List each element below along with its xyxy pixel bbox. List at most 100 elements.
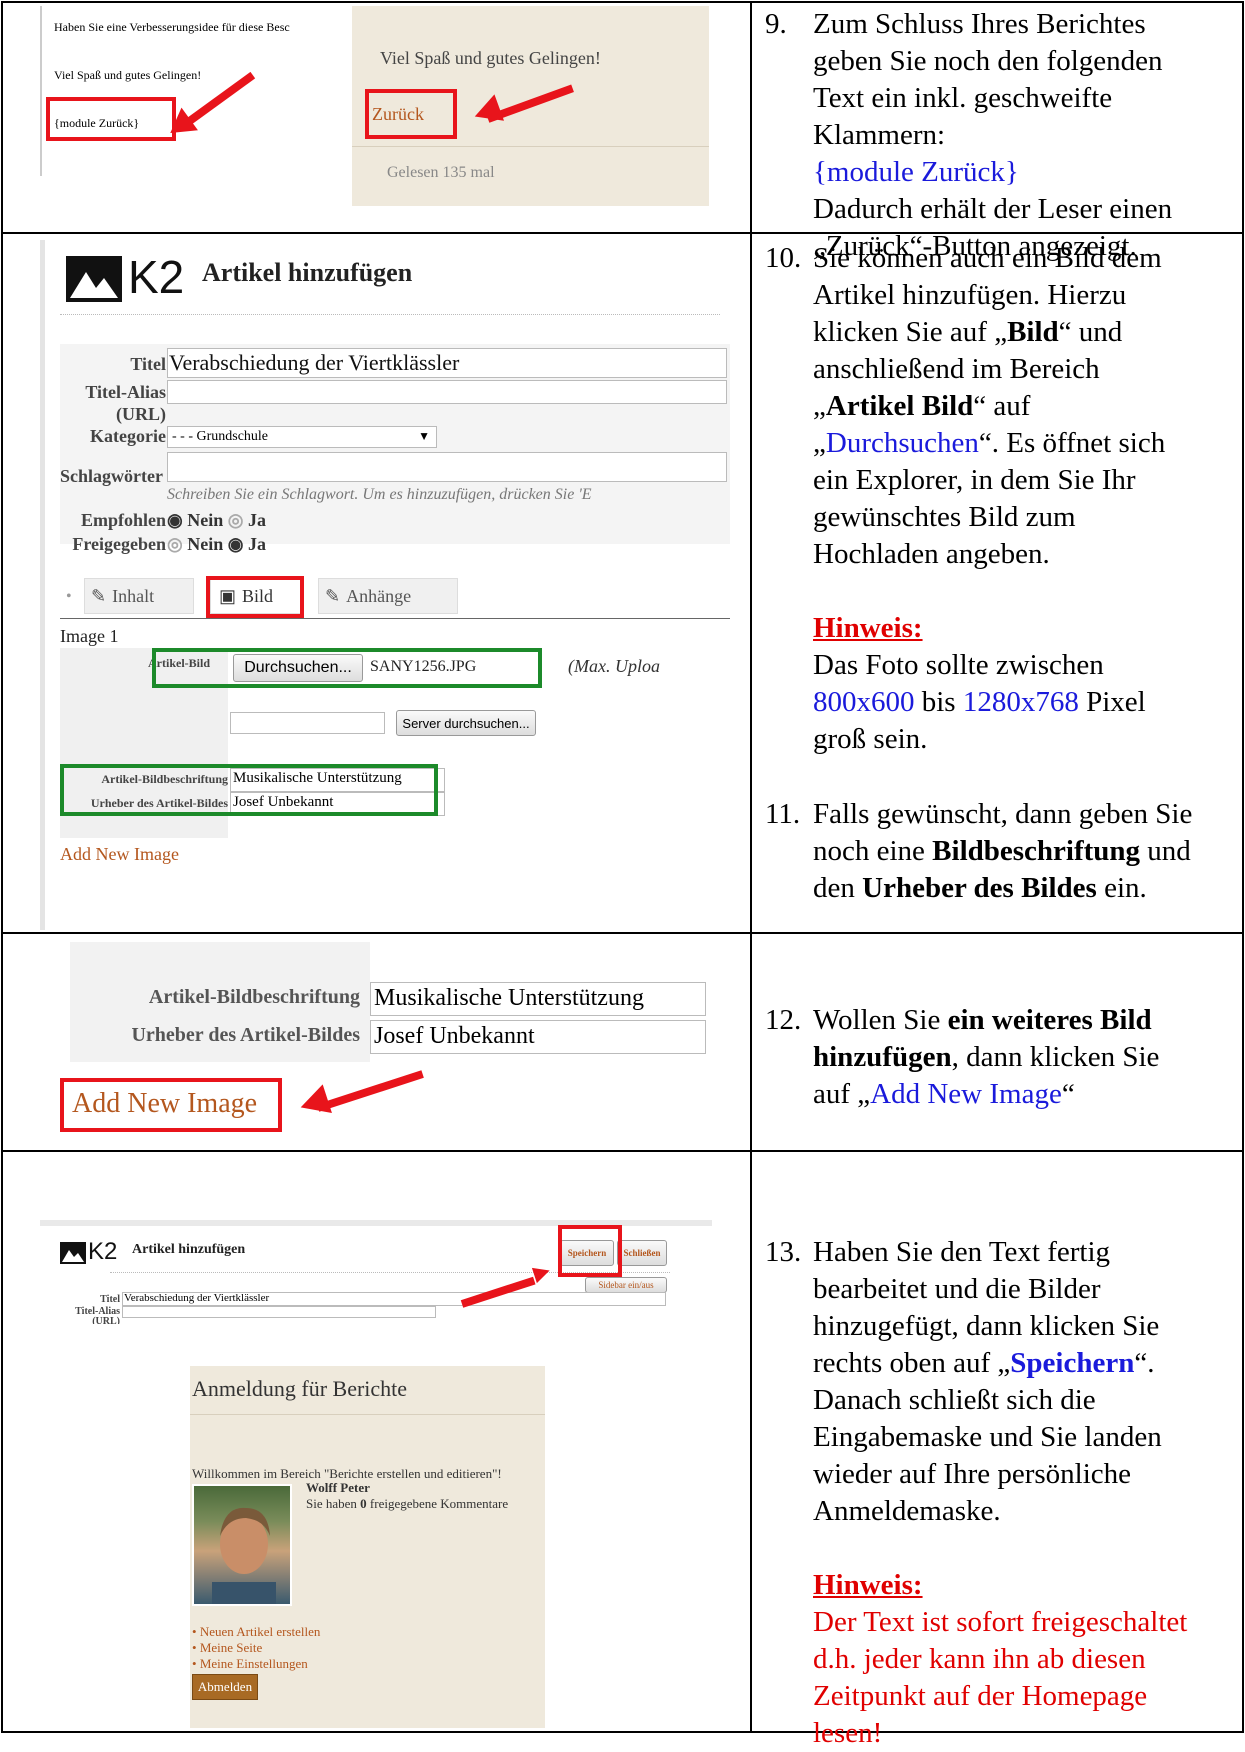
server-path-input[interactable] <box>230 712 385 734</box>
step13-screenshot-login: Anmeldung für Berichte Willkommen im Ber… <box>190 1366 545 1728</box>
sidebar-toggle-label: Sidebar ein/aus <box>598 1280 654 1290</box>
step-text-line: Zum Schluss Ihres Berichtes <box>813 8 1146 40</box>
hint-line: d.h. jeder kann ihn ab diesen <box>813 1643 1146 1675</box>
text-bold: Bildbeschriftung <box>932 835 1141 867</box>
step-text-line: Haben Sie den Text fertig <box>813 1236 1111 1268</box>
text-fragment: , dann klicken Sie <box>951 1041 1160 1073</box>
editor-text-line: Viel Spaß und gutes Gelingen! <box>54 68 202 82</box>
page-title: Artikel hinzufügen <box>132 1242 246 1257</box>
close-button[interactable]: Schließen <box>617 1240 667 1266</box>
step-text-line: den Urheber des Bildes ein. <box>813 870 1243 907</box>
highlight-save-button <box>558 1225 622 1277</box>
category-label: Kategorie <box>90 426 166 446</box>
highlight-back-link <box>365 89 457 139</box>
text-bold: ein weiteres Bild <box>947 1004 1152 1036</box>
featured-options: ◉ Nein ◎ Ja <box>167 510 266 531</box>
avatar <box>192 1484 292 1606</box>
tab-bullet: • <box>66 588 72 605</box>
table-border-left <box>1 1 3 1733</box>
published-options: ◎ Nein ◉ Ja <box>167 534 266 555</box>
text-bold-link: Speichern <box>1010 1347 1135 1379</box>
hint-line: Zeitpunkt auf der Homepage <box>813 1680 1148 1712</box>
table-row-divider <box>1 1150 1244 1152</box>
tab-attachments[interactable]: ✎ Anhänge <box>318 578 458 614</box>
table-border-top <box>1 1 1244 3</box>
step-text-line: ein Explorer, in dem Sie Ihr <box>813 464 1136 496</box>
tags-input[interactable] <box>167 452 727 482</box>
step-text-line: bearbeitet und die Bilder <box>813 1273 1101 1305</box>
text-fragment: „ <box>813 390 826 422</box>
k2-logo-text: K2 <box>128 251 185 303</box>
step-text-line: hinzufügen, dann klicken Sie <box>813 1039 1243 1076</box>
chevron-down-icon: ▼ <box>418 429 430 443</box>
step-text-line: rechts oben auf „Speichern“. <box>813 1345 1243 1382</box>
featured-label: Empfohlen <box>80 510 166 530</box>
text-fragment: Wollen Sie <box>813 1004 948 1036</box>
alias-label: Titel-Alias <box>85 382 166 402</box>
table-column-divider <box>750 1 752 1733</box>
link-label: Meine Seite <box>199 1640 263 1655</box>
step-text-line: anschließend im Bereich <box>813 353 1100 385</box>
add-new-image-link[interactable]: Add New Image <box>60 844 179 865</box>
radio-icon[interactable]: ◎ <box>167 534 183 554</box>
featured-row: Empfohlen <box>60 510 166 531</box>
text-fragment: und <box>1140 835 1191 867</box>
frontend-read-count: Gelesen 135 mal <box>387 164 495 181</box>
radio-icon[interactable]: ◎ <box>228 510 244 530</box>
step-text-line: hinzugefügt, dann klicken Sie <box>813 1310 1160 1342</box>
step-number: 9. <box>765 8 787 40</box>
hint-line: Der Text ist sofort freigeschaltet <box>813 1606 1188 1638</box>
step-text-line: „Durchsuchen“. Es öffnet sich <box>813 425 1243 462</box>
alias-input[interactable] <box>167 380 727 404</box>
table-row-divider <box>1 932 1244 934</box>
text-fragment: „ <box>813 427 826 459</box>
step-text-line: Eingabemaske und Sie landen <box>813 1421 1162 1453</box>
highlight-image-tab <box>206 576 304 618</box>
hint-title: Hinweis: <box>813 1569 923 1601</box>
link-my-page[interactable]: • Meine Seite <box>192 1640 262 1656</box>
text-fragment: noch eine <box>813 835 933 867</box>
step-text-line: klicken Sie auf „Bild“ und <box>813 314 1243 351</box>
close-button-label: Schließen <box>623 1248 661 1258</box>
tab-content[interactable]: ✎ Inhalt <box>84 578 194 614</box>
text-bold: Artikel Bild <box>825 390 974 422</box>
radio-selected-icon[interactable]: ◉ <box>228 534 244 554</box>
alias-input[interactable] <box>122 1306 436 1318</box>
tabs-divider <box>60 618 730 619</box>
tab-attach-label: Anhänge <box>346 585 412 606</box>
step-text-line: Hochladen angeben. <box>813 538 1050 570</box>
step-text-line: Wollen Sie ein weiteres Bild <box>813 1002 1243 1039</box>
step10-screenshot-editor: K2 Artikel hinzufügen Titel Verabschiedu… <box>40 240 730 930</box>
step-text-line: gewünschtes Bild zum <box>813 501 1076 533</box>
category-value: - - - Grundschule <box>172 429 269 444</box>
edit-icon: ✎ <box>91 585 107 606</box>
title-label: Titel <box>130 354 166 374</box>
link-new-article[interactable]: • Neuen Artikel erstellen <box>192 1624 320 1640</box>
text-link: Durchsuchen <box>825 427 979 459</box>
category-select[interactable]: - - - Grundschule ▼ <box>167 426 437 448</box>
server-browse-button[interactable]: Server durchsuchen... <box>396 710 536 736</box>
text-fragment: “ <box>1061 1078 1075 1110</box>
radio-selected-icon[interactable]: ◉ <box>167 510 183 530</box>
text-fragment: “. <box>1134 1347 1155 1379</box>
step-text-line: Das Foto sollte zwischen <box>813 649 1104 681</box>
bullet-icon: • <box>192 1624 200 1639</box>
k2-logo-icon <box>66 256 122 302</box>
text-fragment: freigegebene Kommentare <box>366 1496 509 1511</box>
left-gutter <box>40 240 45 930</box>
step-text-line: Danach schließt sich die <box>813 1384 1096 1416</box>
sidebar-toggle[interactable]: Sidebar ein/aus <box>585 1277 667 1293</box>
text-bold: hinzufügen <box>813 1041 952 1073</box>
link-my-settings[interactable]: • Meine Einstellungen <box>192 1656 308 1672</box>
tags-label: Schlagwörter <box>60 466 163 486</box>
published-no: Nein <box>187 534 224 554</box>
step-number: 11. <box>765 798 801 830</box>
k2-logo-text: K2 <box>88 1238 118 1265</box>
link-label: Meine Einstellungen <box>199 1656 308 1671</box>
logout-button[interactable]: Abmelden <box>192 1674 258 1700</box>
credit-value: Josef Unbekannt <box>374 1023 535 1049</box>
step-text-line: Artikel hinzufügen. Hierzu <box>813 279 1127 311</box>
logout-label: Abmelden <box>197 1679 253 1694</box>
published-yes: Ja <box>247 534 266 554</box>
credit-label: Urheber des Artikel-Bildes <box>131 1024 360 1046</box>
